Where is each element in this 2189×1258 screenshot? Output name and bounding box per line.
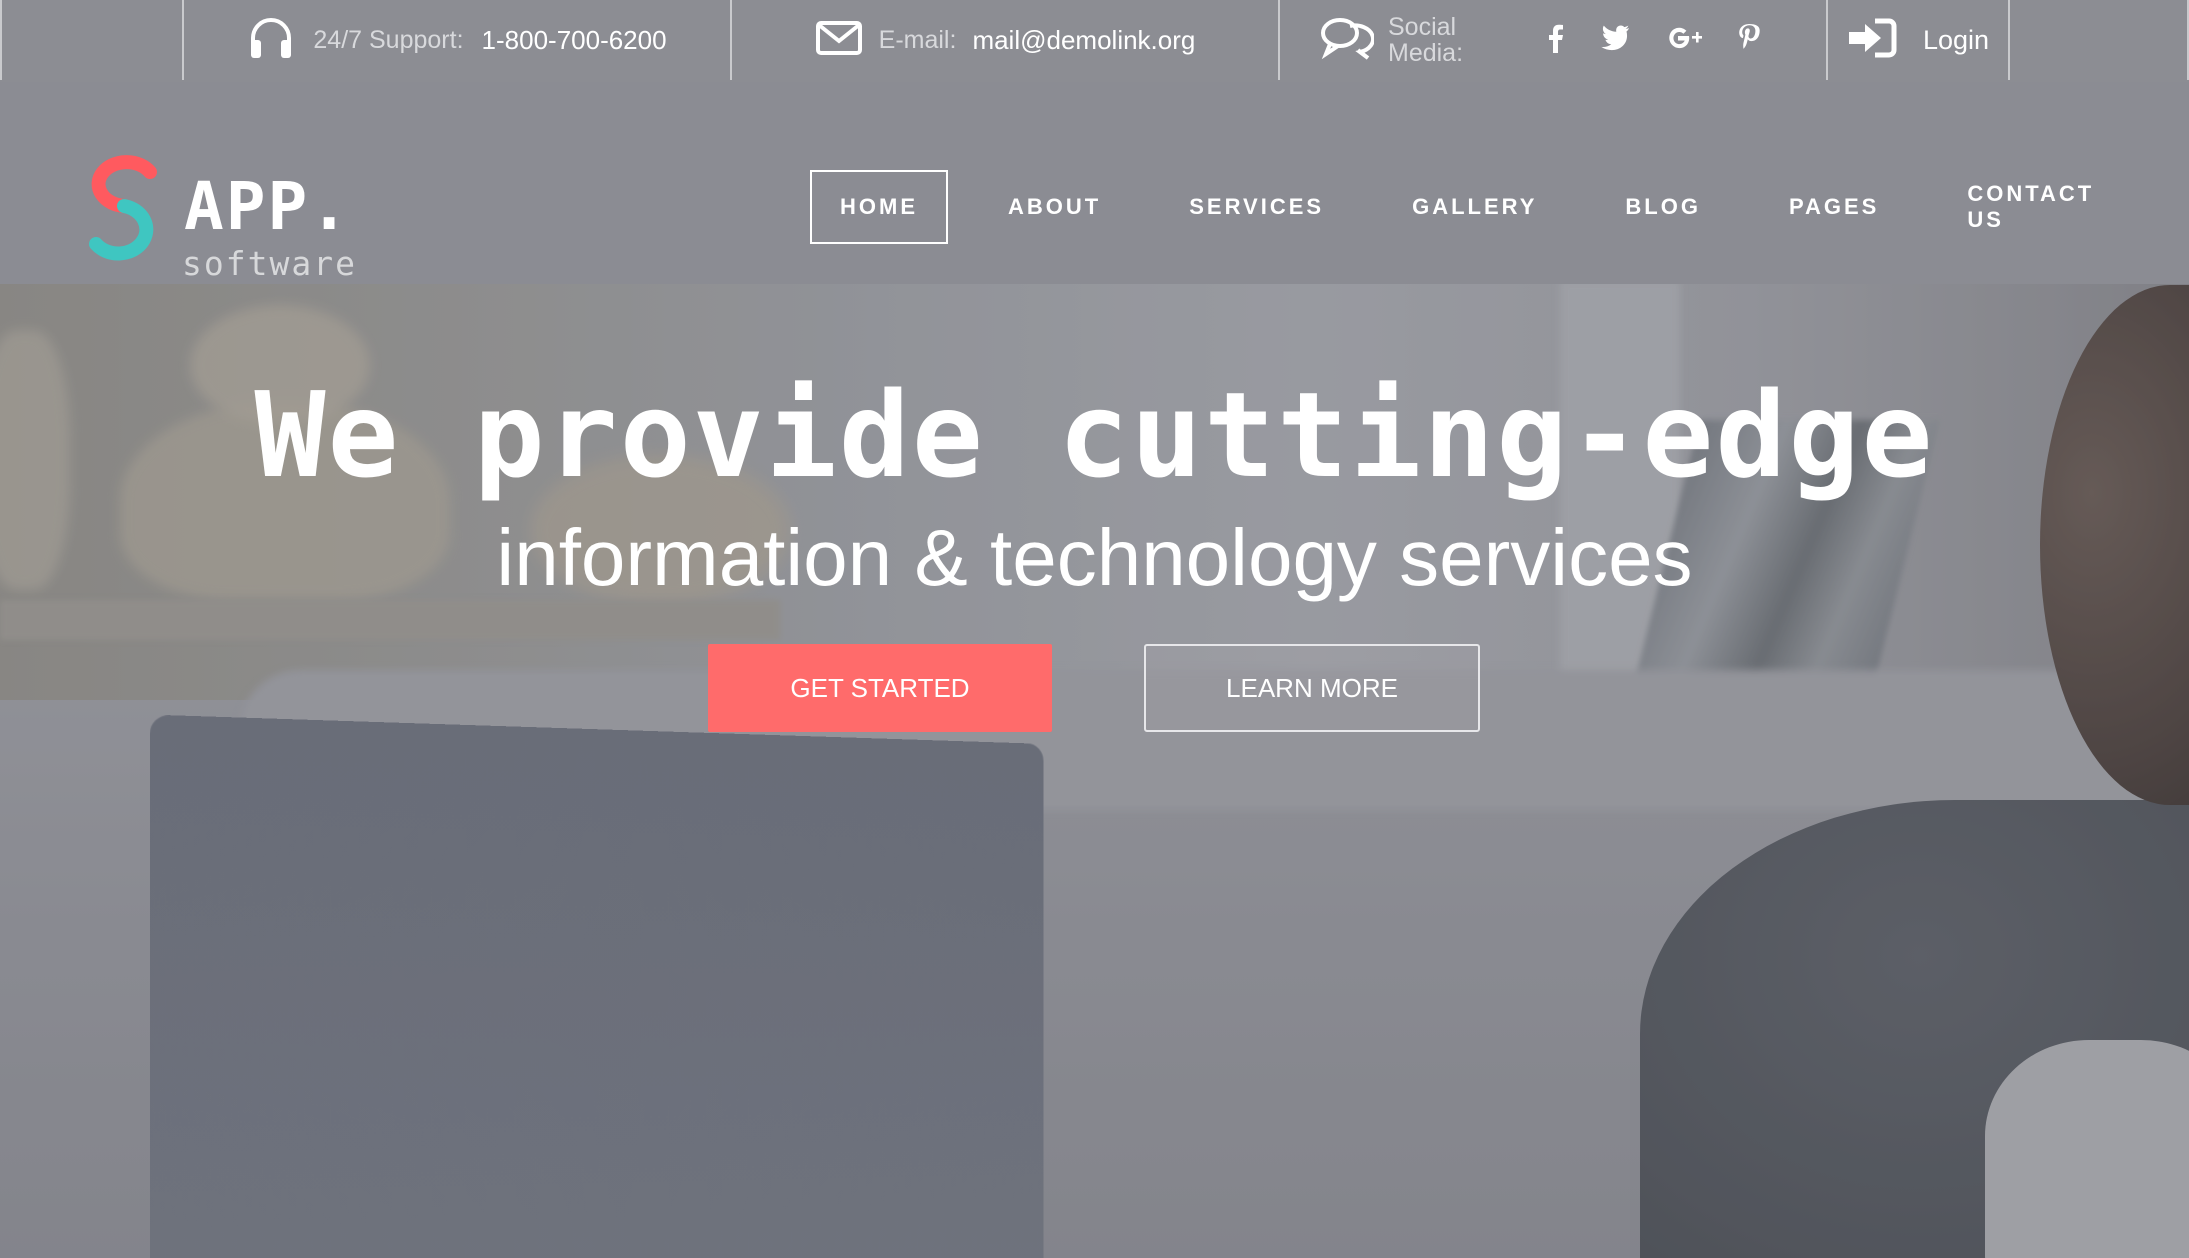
support-info: 24/7 Support: 1-800-700-6200 (182, 0, 730, 80)
email-label: E-mail: (878, 25, 957, 54)
twitter-icon[interactable] (1600, 25, 1630, 56)
email-info: E-mail: mail@demolink.org (730, 0, 1278, 80)
nav-about[interactable]: ABOUT (980, 170, 1129, 244)
email-address[interactable]: mail@demolink.org (972, 25, 1195, 56)
support-label: 24/7 Support: (313, 25, 464, 54)
brand-logo[interactable]: APP. software (84, 155, 444, 286)
envelope-icon (815, 20, 863, 61)
logo-s-icon (89, 155, 157, 261)
nav-services[interactable]: SERVICES (1161, 170, 1352, 244)
facebook-icon[interactable] (1546, 23, 1564, 58)
top-bar: 24/7 Support: 1-800-700-6200 E-mail: mai… (0, 0, 2189, 84)
support-phone[interactable]: 1-800-700-6200 (482, 25, 667, 56)
login-label: Login (1922, 24, 1990, 55)
site-header: APP. software HOME ABOUT SERVICES GALLER… (0, 82, 2189, 284)
google-plus-icon[interactable] (1666, 25, 1702, 56)
nav-gallery[interactable]: GALLERY (1384, 170, 1565, 244)
nav-contact-us[interactable]: CONTACT US (1939, 170, 2157, 244)
logo-subtitle: software (182, 244, 357, 283)
topbar-spacer-right (2008, 0, 2189, 80)
learn-more-button[interactable]: LEARN MORE (1144, 644, 1480, 732)
hero-title: We provide cutting-edge (254, 366, 1935, 504)
nav-pages[interactable]: PAGES (1761, 170, 1907, 244)
pinterest-icon[interactable] (1738, 23, 1760, 58)
get-started-button[interactable]: GET STARTED (708, 644, 1052, 732)
headphones-icon (247, 16, 295, 65)
hero-subtitle: information & technology services (496, 513, 1693, 602)
logo-title: APP. (184, 168, 351, 245)
nav-blog[interactable]: BLOG (1597, 170, 1729, 244)
login-link[interactable]: Login (1826, 0, 2008, 80)
nav-home[interactable]: HOME (810, 170, 948, 244)
social-icons (1546, 23, 1760, 58)
login-icon (1847, 18, 1897, 63)
main-nav: HOME ABOUT SERVICES GALLERY BLOG PAGES C… (810, 168, 2189, 246)
topbar-spacer-left (0, 0, 182, 80)
social-label: Social Media: (1388, 13, 1464, 67)
chat-bubbles-icon (1320, 16, 1376, 65)
social-media: Social Media: (1278, 0, 1826, 80)
